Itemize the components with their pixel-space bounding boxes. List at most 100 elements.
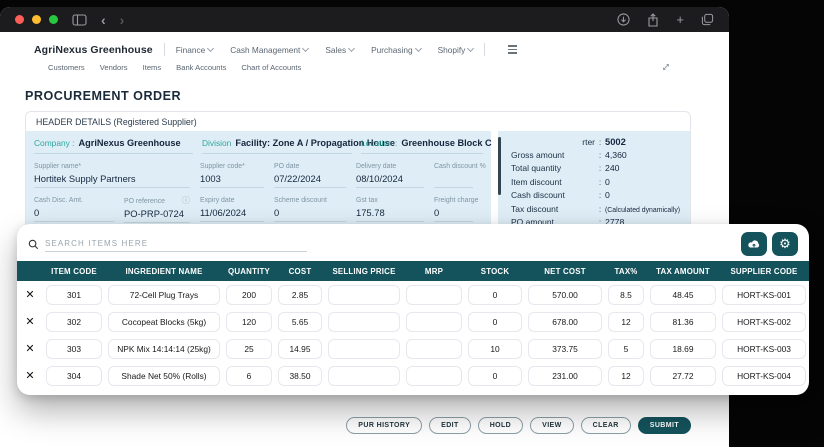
cell-cost[interactable]: 2.85 (278, 284, 322, 305)
cell-quantity[interactable]: 200 (226, 284, 272, 305)
new-tab-icon[interactable]: + (676, 12, 684, 27)
tab-overview-icon[interactable] (701, 13, 714, 26)
supplier-name-field[interactable]: Supplier name* Hortitek Supply Partners (34, 163, 200, 188)
clear-button[interactable]: CLEAR (580, 417, 631, 434)
cell-stock[interactable]: 0 (468, 284, 522, 305)
cell-item-code[interactable]: 304 (46, 365, 102, 386)
cell-tax-amount[interactable]: 18.69 (650, 338, 716, 359)
edit-button[interactable]: EDIT (429, 417, 471, 434)
cell-supplier-code[interactable]: HORT-KS-001 (722, 284, 806, 305)
expiry-date-field[interactable]: Expiry date 11/06/2024 (200, 197, 274, 223)
submenu-items[interactable]: Items (143, 63, 162, 72)
cloud-upload-button[interactable] (741, 232, 767, 256)
cell-item-code[interactable]: 301 (46, 284, 102, 305)
cell-mrp[interactable] (406, 365, 462, 386)
expiry-date-value[interactable]: 11/06/2024 (200, 207, 264, 222)
scheme-discount-field[interactable]: Scheme discount 0 (274, 197, 356, 223)
menu-finance[interactable]: Finance (176, 45, 215, 55)
cell-cost[interactable]: 38.50 (278, 365, 322, 386)
cell-selling-price[interactable] (328, 311, 400, 332)
cell-cost[interactable]: 14.95 (278, 338, 322, 359)
hamburger-menu-icon[interactable] (508, 45, 518, 54)
menu-sales[interactable]: Sales (325, 45, 356, 55)
cell-tax-pct[interactable]: 12 (608, 311, 644, 332)
delivery-date-field[interactable]: Delivery date 08/10/2024 (356, 163, 434, 188)
minimize-window-button[interactable] (32, 15, 41, 24)
cash-disc-amt-field[interactable]: Cash Disc. Amt. 0 (34, 197, 124, 223)
cell-quantity[interactable]: 25 (226, 338, 272, 359)
cell-tax-pct[interactable]: 12 (608, 365, 644, 386)
cell-net-cost[interactable]: 373.75 (528, 338, 602, 359)
hold-button[interactable]: HOLD (477, 417, 524, 434)
menu-shopify[interactable]: Shopify (438, 45, 475, 55)
scrollbar-thumb[interactable] (498, 137, 501, 195)
supplier-code-field[interactable]: Supplier code* 1003 (200, 163, 274, 188)
cell-ingredient-name[interactable]: 72-Cell Plug Trays (108, 284, 220, 305)
cell-cost[interactable]: 5.65 (278, 311, 322, 332)
cell-selling-price[interactable] (328, 338, 400, 359)
close-window-button[interactable] (15, 15, 24, 24)
cell-ingredient-name[interactable]: Cocopeat Blocks (5kg) (108, 311, 220, 332)
delivery-date-value[interactable]: 08/10/2024 (356, 173, 424, 188)
freight-charge-field[interactable]: Freight charge 0 (434, 197, 483, 223)
cell-mrp[interactable] (406, 338, 462, 359)
cell-tax-amount[interactable]: 48.45 (650, 284, 716, 305)
submenu-bank-accounts[interactable]: Bank Accounts (176, 63, 226, 72)
cell-quantity[interactable]: 120 (226, 311, 272, 332)
forward-icon[interactable]: › (120, 13, 125, 27)
supplier-name-value[interactable]: Hortitek Supply Partners (34, 173, 190, 188)
cell-tax-pct[interactable]: 8.5 (608, 284, 644, 305)
cell-stock[interactable]: 0 (468, 365, 522, 386)
scheme-discount-value[interactable]: 0 (274, 207, 346, 222)
info-icon[interactable]: ⓘ (182, 197, 190, 205)
cell-supplier-code[interactable]: HORT-KS-004 (722, 365, 806, 386)
pur-history-button[interactable]: PUR HISTORY (346, 417, 423, 434)
gst-tax-field[interactable]: Gst tax 175.78 (356, 197, 434, 223)
submit-button[interactable]: SUBMIT (637, 417, 691, 434)
menu-cash-management[interactable]: Cash Management (230, 45, 310, 55)
cell-stock[interactable]: 10 (468, 338, 522, 359)
cell-ingredient-name[interactable]: Shade Net 50% (Rolls) (108, 365, 220, 386)
cell-tax-amount[interactable]: 81.36 (650, 311, 716, 332)
cell-item-code[interactable]: 303 (46, 338, 102, 359)
cell-tax-pct[interactable]: 5 (608, 338, 644, 359)
submenu-vendors[interactable]: Vendors (100, 63, 128, 72)
share-icon[interactable] (647, 12, 659, 27)
submenu-chart-of-accounts[interactable]: Chart of Accounts (241, 63, 301, 72)
cell-stock[interactable]: 0 (468, 311, 522, 332)
freight-charge-value[interactable]: 0 (434, 207, 473, 222)
remove-row-icon[interactable]: ✕ (17, 370, 43, 381)
cell-quantity[interactable]: 6 (226, 365, 272, 386)
menu-purchasing[interactable]: Purchasing (371, 45, 422, 55)
cell-mrp[interactable] (406, 284, 462, 305)
po-date-value[interactable]: 07/22/2024 (274, 173, 346, 188)
cell-item-code[interactable]: 302 (46, 311, 102, 332)
sidebar-icon[interactable] (72, 13, 87, 26)
remove-row-icon[interactable]: ✕ (17, 289, 43, 300)
remove-row-icon[interactable]: ✕ (17, 343, 43, 354)
zoom-window-button[interactable] (49, 15, 58, 24)
view-button[interactable]: VIEW (530, 417, 574, 434)
cash-disc-amt-value[interactable]: 0 (34, 207, 114, 222)
cash-discount-pct-field[interactable]: Cash discount % (434, 163, 486, 188)
po-reference-field[interactable]: PO reference ⓘ PO-PRP-0724 (124, 197, 200, 223)
search-items-input[interactable] (45, 236, 307, 252)
submenu-customers[interactable]: Customers (48, 63, 85, 72)
cell-net-cost[interactable]: 570.00 (528, 284, 602, 305)
cell-supplier-code[interactable]: HORT-KS-003 (722, 338, 806, 359)
cash-discount-pct-value[interactable] (434, 173, 473, 188)
expand-icon[interactable] (661, 59, 671, 77)
cell-selling-price[interactable] (328, 365, 400, 386)
gst-tax-value[interactable]: 175.78 (356, 207, 424, 222)
cell-net-cost[interactable]: 231.00 (528, 365, 602, 386)
cell-selling-price[interactable] (328, 284, 400, 305)
downloads-icon[interactable] (617, 13, 630, 26)
remove-row-icon[interactable]: ✕ (17, 316, 43, 327)
settings-button[interactable]: ⚙ (772, 232, 798, 256)
cell-tax-amount[interactable]: 27.72 (650, 365, 716, 386)
po-date-field[interactable]: PO date 07/22/2024 (274, 163, 356, 188)
back-icon[interactable]: ‹ (101, 13, 106, 27)
supplier-code-value[interactable]: 1003 (200, 173, 264, 188)
cell-mrp[interactable] (406, 311, 462, 332)
cell-ingredient-name[interactable]: NPK Mix 14:14:14 (25kg) (108, 338, 220, 359)
